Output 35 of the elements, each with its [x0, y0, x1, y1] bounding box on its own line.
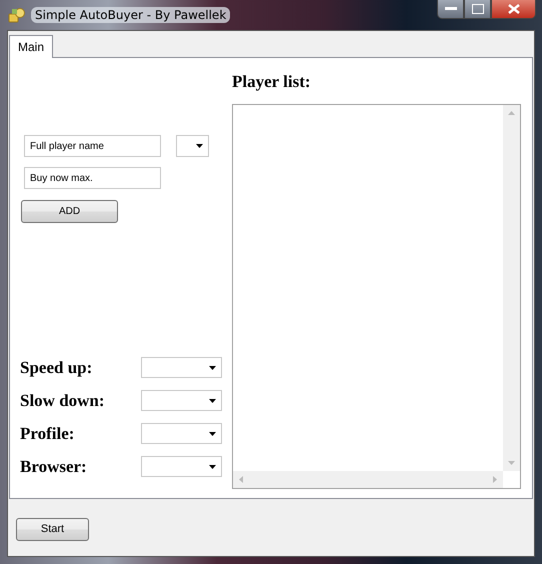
- close-icon: [508, 4, 520, 14]
- minimize-button[interactable]: [437, 0, 464, 19]
- window-title: Simple AutoBuyer - By Pawellek: [31, 7, 230, 23]
- caret-icon: [209, 432, 216, 436]
- start-button[interactable]: Start: [16, 518, 89, 540]
- setting-label: Speed up:: [20, 358, 92, 378]
- caret-icon: [209, 398, 216, 402]
- setting-label: Browser:: [20, 456, 87, 476]
- dropdown[interactable]: [141, 456, 222, 477]
- caret-icon: [196, 144, 203, 148]
- minimize-icon: [444, 7, 456, 11]
- player-list[interactable]: [232, 104, 521, 489]
- dropdown[interactable]: [141, 423, 222, 444]
- dropdown[interactable]: [141, 357, 222, 378]
- close-button[interactable]: [491, 0, 536, 19]
- horizontal-scrollbar[interactable]: [233, 471, 503, 488]
- add-button[interactable]: ADD: [21, 200, 118, 223]
- player-name-field[interactable]: Full player name: [24, 135, 161, 157]
- dropdown[interactable]: [141, 390, 222, 411]
- price-field[interactable]: Buy now max.: [24, 167, 161, 189]
- scroll-right-icon[interactable]: [493, 476, 497, 483]
- scroll-left-icon[interactable]: [239, 476, 243, 483]
- vertical-scrollbar[interactable]: [503, 105, 520, 471]
- scroll-down-icon[interactable]: [508, 461, 515, 465]
- dropdown[interactable]: [176, 135, 209, 157]
- setting-label: Slow down:: [20, 390, 105, 410]
- caret-icon: [209, 366, 216, 370]
- maximize-button[interactable]: [464, 0, 491, 19]
- setting-label: Profile:: [20, 424, 74, 444]
- caret-icon: [209, 464, 216, 468]
- app-icon: [8, 7, 26, 23]
- maximize-icon: [472, 4, 484, 14]
- tab[interactable]: Main: [9, 35, 54, 58]
- list-heading: Player list:: [232, 72, 312, 92]
- scroll-up-icon[interactable]: [508, 111, 515, 115]
